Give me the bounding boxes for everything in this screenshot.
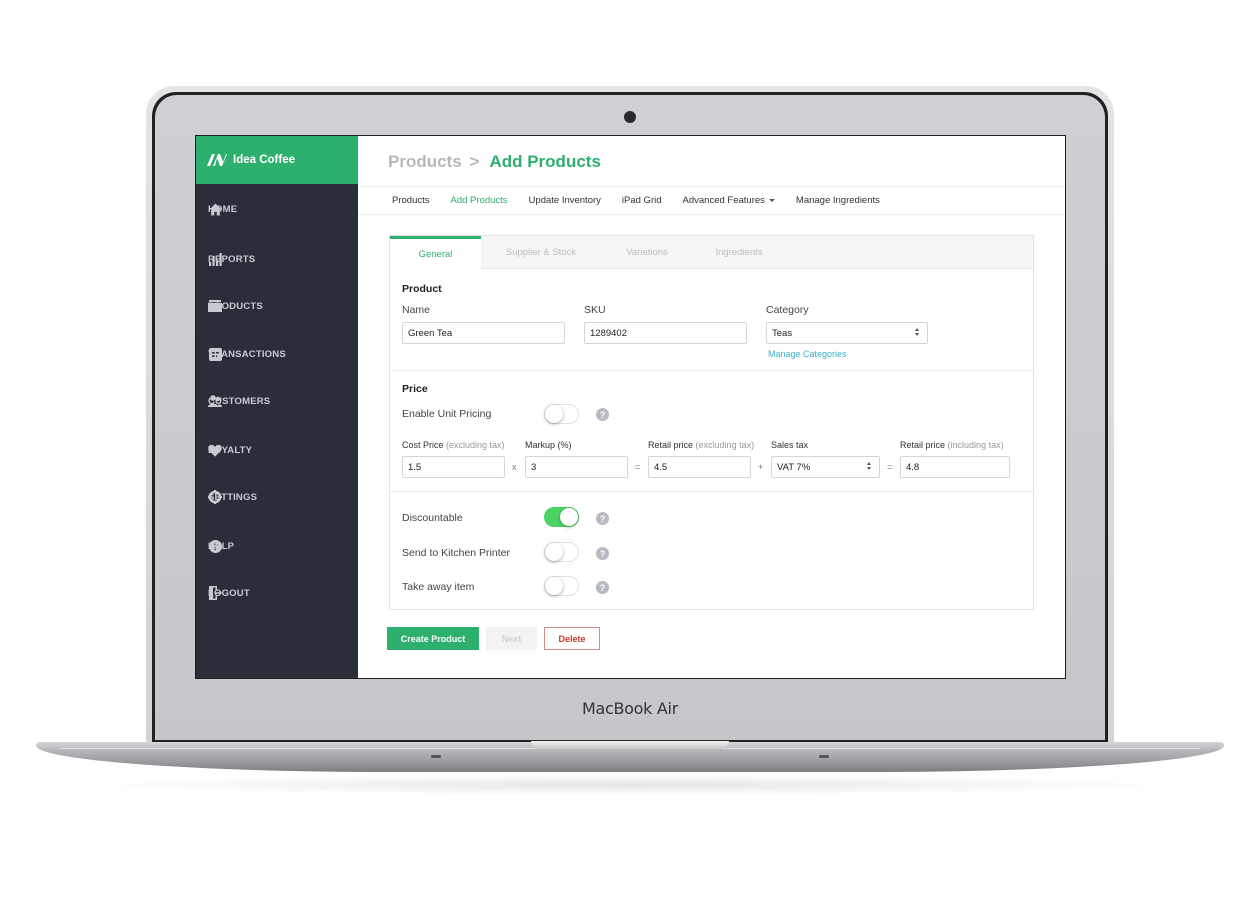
kitchen-printer-label: Send to Kitchen Printer <box>402 547 510 559</box>
sidebar-item-transactions[interactable]: TRANSACTIONS <box>196 339 358 369</box>
sidebar-item-label: LOYALTY <box>208 444 253 456</box>
sidebar-item-loyalty[interactable]: LOYALTY <box>196 435 358 465</box>
delete-button[interactable]: Delete <box>544 627 600 650</box>
chevron-down-icon <box>768 198 775 202</box>
discountable-label: Discountable <box>402 512 463 524</box>
sidebar-item-label: TRANSACTIONS <box>208 348 286 360</box>
subnav-manage-ingredients[interactable]: Manage Ingredients <box>796 195 880 206</box>
laptop-foot <box>431 755 441 758</box>
equals-operator: = <box>887 462 893 472</box>
sidebar-item-label: HOME <box>208 203 238 215</box>
retail-price-inc-label: Retail price (including tax) <box>900 440 1004 450</box>
name-input[interactable]: Green Tea <box>402 322 565 344</box>
subnav-advanced-features-label: Advanced Features <box>682 195 765 206</box>
sidebar-item-label: REPORTS <box>208 253 256 265</box>
sub-navigation: Products Add Products Update Inventory i… <box>358 186 1065 215</box>
sku-label: SKU <box>584 304 606 316</box>
take-away-toggle[interactable] <box>544 576 579 596</box>
subnav-advanced-features[interactable]: Advanced Features <box>683 195 775 206</box>
sidebar-item-label: LOGOUT <box>208 587 250 599</box>
cost-price-input[interactable]: 1.5 <box>402 456 505 478</box>
laptop-foot <box>819 755 829 758</box>
multiply-operator: x <box>512 462 517 472</box>
sidebar-item-products[interactable]: PRODUCTS <box>196 291 358 321</box>
sidebar-item-settings[interactable]: SETTINGS <box>196 482 358 512</box>
sku-input[interactable]: 1289402 <box>584 322 747 344</box>
help-icon[interactable]: ? <box>596 547 609 560</box>
subnav-ipad-grid[interactable]: iPad Grid <box>622 195 662 206</box>
app-name: Idea Coffee <box>233 154 295 166</box>
app-screen: Idea Coffee HOME REPORTS PRODUCTS TRANSA… <box>195 135 1066 679</box>
kitchen-printer-toggle[interactable] <box>544 542 579 562</box>
laptop-shadow <box>80 775 1180 795</box>
unit-pricing-toggle[interactable] <box>544 404 579 424</box>
retail-price-inc-input[interactable]: 4.8 <box>900 456 1010 478</box>
create-product-button[interactable]: Create Product <box>387 627 479 650</box>
sidebar-item-logout[interactable]: LOGOUT <box>196 578 358 608</box>
subnav-add-products[interactable]: Add Products <box>451 195 508 206</box>
markup-label: Markup (%) <box>525 440 572 450</box>
sidebar-item-label: CUSTOMERS <box>208 395 271 407</box>
sidebar-item-label: SETTINGS <box>208 491 258 503</box>
sidebar-item-customers[interactable]: CUSTOMERS <box>196 386 358 416</box>
app-logo[interactable]: Idea Coffee <box>196 136 358 184</box>
retail-price-ex-input[interactable]: 4.5 <box>648 456 751 478</box>
plus-operator: + <box>758 462 764 472</box>
manage-categories-link[interactable]: Manage Categories <box>768 349 847 359</box>
sales-tax-label: Sales tax <box>771 440 809 450</box>
tab-ingredients[interactable]: Ingredients <box>694 236 784 269</box>
sidebar-item-home[interactable]: HOME <box>196 194 358 224</box>
markup-input[interactable]: 3 <box>525 456 628 478</box>
sales-tax-value: VAT 7% <box>777 461 811 473</box>
retail-price-ex-label: Retail price (excluding tax) <box>648 440 755 450</box>
breadcrumb: Products > Add Products <box>388 152 601 172</box>
take-away-label: Take away item <box>402 581 475 593</box>
sales-tax-select[interactable]: VAT 7% <box>771 456 880 478</box>
breadcrumb-parent[interactable]: Products <box>388 152 462 171</box>
select-arrows-icon <box>915 328 919 336</box>
product-section-title: Product <box>402 283 442 295</box>
discountable-toggle[interactable] <box>544 507 579 527</box>
subnav-update-inventory[interactable]: Update Inventory <box>529 195 601 206</box>
price-section-title: Price <box>402 383 428 395</box>
sidebar-item-label: PRODUCTS <box>208 300 263 312</box>
page-title: Add Products <box>489 152 601 171</box>
help-icon[interactable]: ? <box>596 581 609 594</box>
select-arrows-icon <box>867 462 871 470</box>
category-label: Category <box>766 304 809 316</box>
tab-variations[interactable]: Variations <box>602 236 692 269</box>
device-brand-label: MacBook Air <box>582 699 678 718</box>
cost-price-label: Cost Price (excluding tax) <box>402 440 505 450</box>
breadcrumb-separator: > <box>469 152 480 171</box>
sidebar-item-label: HELP <box>208 540 235 552</box>
unit-pricing-label: Enable Unit Pricing <box>402 408 492 420</box>
next-button[interactable]: Next <box>486 627 537 650</box>
form-tabs: General Supplier & Stock Variations Ingr… <box>390 236 1033 270</box>
help-icon[interactable]: ? <box>596 408 609 421</box>
logo-icon <box>207 154 227 166</box>
name-label: Name <box>402 304 431 316</box>
section-divider <box>390 491 1033 492</box>
webcam <box>624 111 636 123</box>
section-divider <box>390 370 1033 371</box>
tab-general[interactable]: General <box>390 236 481 270</box>
equals-operator: = <box>635 462 641 472</box>
category-value: Teas <box>772 327 793 339</box>
sidebar: Idea Coffee HOME REPORTS PRODUCTS TRANSA… <box>196 136 358 678</box>
category-select[interactable]: Teas <box>766 322 928 344</box>
subnav-products[interactable]: Products <box>392 195 430 206</box>
sidebar-item-reports[interactable]: REPORTS <box>196 244 358 274</box>
main-content: Products > Add Products Products Add Pro… <box>358 136 1065 678</box>
tab-supplier-stock[interactable]: Supplier & Stock <box>496 236 586 269</box>
sidebar-item-help[interactable]: ? HELP <box>196 531 358 561</box>
product-form-card: General Supplier & Stock Variations Ingr… <box>389 235 1034 610</box>
help-icon[interactable]: ? <box>596 512 609 525</box>
laptop-hinge-notch <box>531 741 729 749</box>
